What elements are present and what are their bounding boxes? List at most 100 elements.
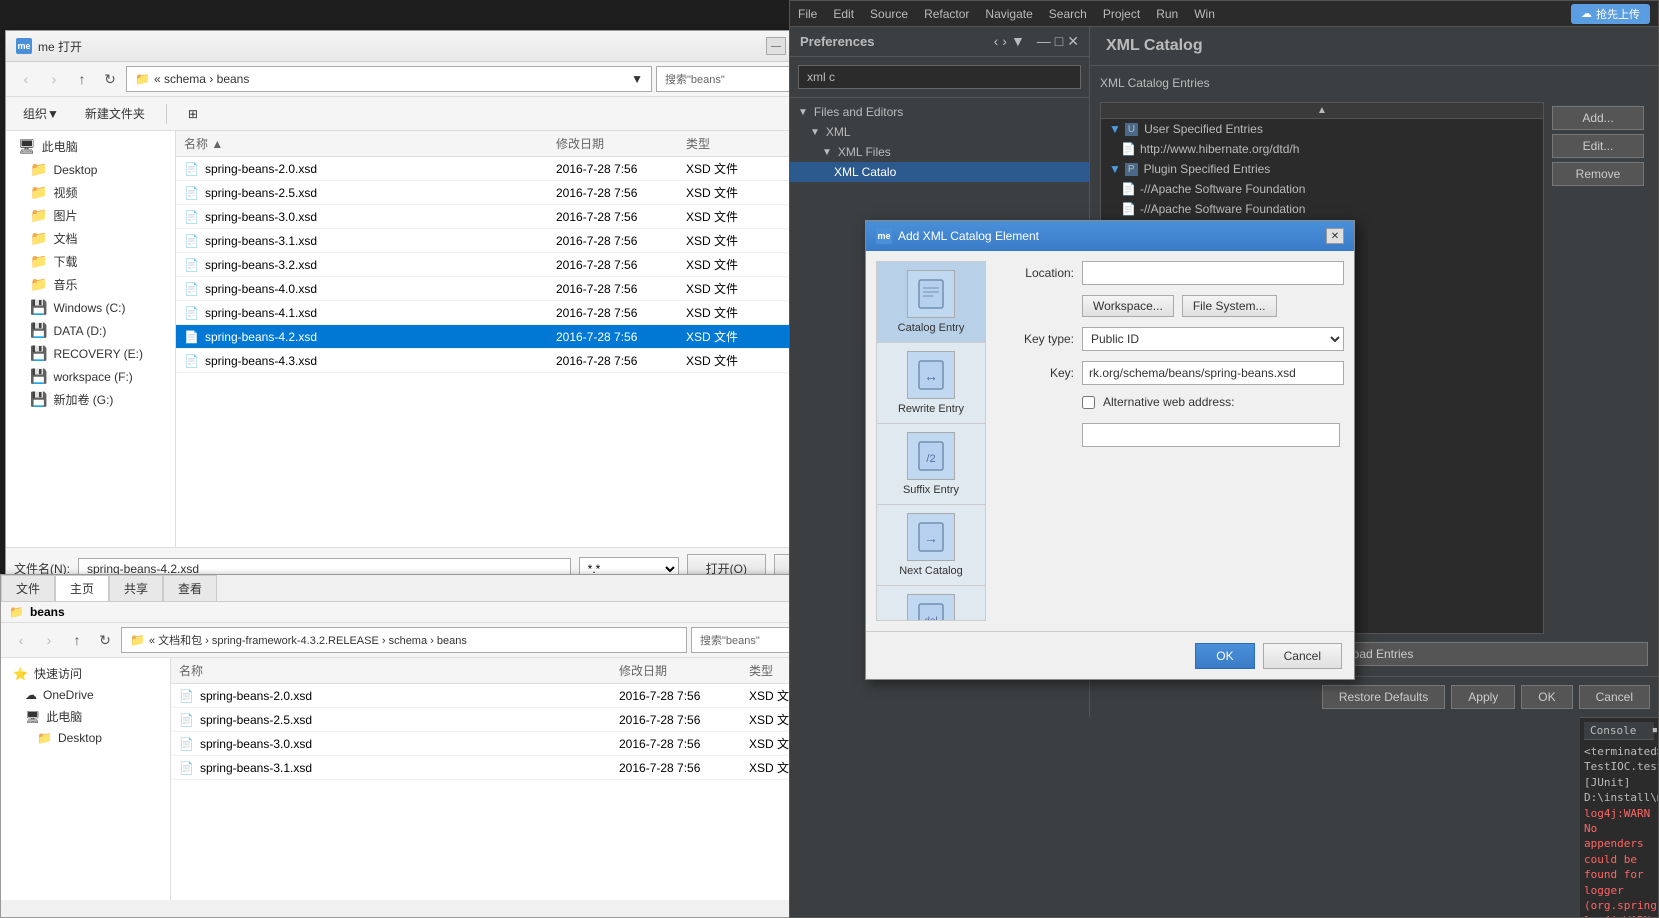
tree-item-xml-catalog[interactable]: XML Catalo — [790, 162, 1089, 182]
remove-button[interactable]: Remove — [1552, 162, 1644, 186]
sidebar-item-pictures[interactable]: 📁 图片 — [6, 204, 175, 227]
tab-file[interactable]: 文件 — [1, 575, 55, 601]
restore-defaults-button[interactable]: Restore Defaults — [1322, 685, 1445, 709]
filesystem-button[interactable]: File System... — [1182, 295, 1277, 317]
alt-web-checkbox[interactable] — [1082, 396, 1095, 409]
forward-button[interactable]: › — [37, 628, 61, 652]
dialog-close-button[interactable]: ✕ — [1326, 228, 1344, 244]
cancel-button[interactable]: Cancel — [1579, 685, 1650, 709]
col-date-header[interactable]: 修改日期 — [619, 662, 749, 679]
table-row[interactable]: 📄spring-beans-3.0.xsd 2016-7-28 7:56 XSD… — [176, 205, 844, 229]
sidebar-item-desktop[interactable]: 📁 Desktop — [6, 158, 175, 181]
minimize-button[interactable]: — — [766, 37, 786, 55]
back-nav-icon[interactable]: ‹ — [994, 33, 999, 50]
menu-file[interactable]: File — [798, 7, 817, 21]
table-row[interactable]: 📄spring-beans-3.2.xsd 2016-7-28 7:56 XSD… — [176, 253, 844, 277]
menu-navigate[interactable]: Navigate — [985, 7, 1032, 21]
tree-item-files-and-editors[interactable]: ▼ Files and Editors — [790, 102, 1089, 122]
tree-item-xml-files[interactable]: ▼ XML Files — [790, 142, 1089, 162]
sidebar-item-drive-f[interactable]: 💾 workspace (F:) — [6, 365, 175, 388]
sidebar-item-downloads[interactable]: 📁 下载 — [6, 250, 175, 273]
catalog-tree-item-apache2[interactable]: 📄 -//Apache Software Foundation — [1101, 199, 1543, 219]
tab-view[interactable]: 查看 — [163, 575, 217, 601]
sidebar-item-documents[interactable]: 📁 文档 — [6, 227, 175, 250]
restore-icon[interactable]: □ — [1055, 33, 1063, 50]
back-button[interactable]: ‹ — [9, 628, 33, 652]
catalog-tree-item-user[interactable]: ▼ U User Specified Entries — [1101, 119, 1543, 139]
catalog-type-next[interactable]: → Next Catalog — [877, 505, 985, 586]
col-type-header[interactable]: 类型 — [686, 135, 766, 152]
menu-run[interactable]: Run — [1156, 7, 1178, 21]
tab-share[interactable]: 共享 — [109, 575, 163, 601]
menu-win[interactable]: Win — [1194, 7, 1215, 21]
sidebar-item-desktop[interactable]: 📁 Desktop — [1, 728, 170, 748]
dropdown-icon[interactable]: ▼ — [1011, 33, 1025, 50]
ok-button[interactable]: OK — [1521, 685, 1572, 709]
sidebar-item-drive-g[interactable]: 💾 新加卷 (G:) — [6, 388, 175, 411]
cloud-upload-button[interactable]: ☁ 抢先上传 — [1571, 4, 1650, 24]
up-button[interactable]: ↑ — [65, 628, 89, 652]
refresh-button[interactable]: ↻ — [98, 67, 122, 91]
catalog-tree-item-hibernate[interactable]: 📄 http://www.hibernate.org/dtd/h — [1101, 139, 1543, 159]
table-row[interactable]: 📄spring-beans-2.0.xsd 2016-7-28 7:56 XSD… — [176, 157, 844, 181]
alt-web-input[interactable] — [1082, 423, 1340, 447]
col-date-header[interactable]: 修改日期 — [556, 135, 686, 152]
edit-button[interactable]: Edit... — [1552, 134, 1644, 158]
catalog-type-rewrite[interactable]: ↔ Rewrite Entry — [877, 343, 985, 424]
breadcrumb[interactable]: 📁 « 文档和包 › spring-framework-4.3.2.RELEAS… — [121, 627, 687, 653]
col-name-header[interactable]: 名称 ▲ — [184, 135, 556, 152]
catalog-type-delegate[interactable]: del ate Catalog — [877, 586, 985, 621]
forward-button[interactable]: › — [42, 67, 66, 91]
table-row[interactable]: 📄spring-beans-4.1.xsd 2016-7-28 7:56 XSD… — [176, 301, 844, 325]
menu-source[interactable]: Source — [870, 7, 908, 21]
back-button[interactable]: ‹ — [14, 67, 38, 91]
sidebar-item-thispc[interactable]: 🖥 此电脑 — [1, 705, 170, 728]
scroll-up-button[interactable]: ▲ — [1101, 103, 1543, 119]
add-button[interactable]: Add... — [1552, 106, 1644, 130]
key-input[interactable] — [1082, 361, 1344, 385]
prefs-search-input[interactable] — [798, 65, 1081, 89]
table-row[interactable]: 📄spring-beans-2.5.xsd 2016-7-28 7:56 XSD… — [176, 181, 844, 205]
minimize-icon[interactable]: — — [1037, 33, 1051, 50]
refresh-button[interactable]: ↻ — [93, 628, 117, 652]
table-row[interactable]: 📄spring-beans-4.0.xsd 2016-7-28 7:56 XSD… — [176, 277, 844, 301]
catalog-tree-item-apache1[interactable]: 📄 -//Apache Software Foundation — [1101, 179, 1543, 199]
table-row[interactable]: 📄spring-beans-4.2.xsd 2016-7-28 7:56 XSD… — [176, 325, 844, 349]
catalog-type-suffix[interactable]: /2 Suffix Entry — [877, 424, 985, 505]
table-row[interactable]: 📄spring-beans-4.3.xsd 2016-7-28 7:56 XSD… — [176, 349, 844, 373]
sidebar-item-drive-c[interactable]: 💾 Windows (C:) — [6, 296, 175, 319]
location-input[interactable] — [1082, 261, 1344, 285]
menu-project[interactable]: Project — [1103, 7, 1140, 21]
sidebar-item-onedrive[interactable]: ☁ OneDrive — [1, 685, 170, 705]
sidebar-item-computer[interactable]: 🖥 此电脑 — [6, 135, 175, 158]
menu-edit[interactable]: Edit — [833, 7, 854, 21]
sidebar-item-videos[interactable]: 📁 视频 — [6, 181, 175, 204]
tab-home[interactable]: 主页 — [55, 575, 109, 601]
sidebar-item-drive-d[interactable]: 💾 DATA (D:) — [6, 319, 175, 342]
catalog-tree-item-plugin[interactable]: ▼ P Plugin Specified Entries — [1101, 159, 1543, 179]
close-icon[interactable]: ✕ — [1067, 33, 1079, 50]
menu-refactor[interactable]: Refactor — [924, 7, 969, 21]
forward-nav-icon[interactable]: › — [1002, 33, 1007, 50]
dialog-cancel-button[interactable]: Cancel — [1263, 643, 1342, 669]
sidebar-item-quickaccess[interactable]: ⭐ 快速访问 — [1, 662, 170, 685]
workspace-button[interactable]: Workspace... — [1082, 295, 1174, 317]
file-explorer-bottom[interactable]: 文件 主页 共享 查看 — □ ✕ 📁 beans ‹ › ↑ ↻ 📁 « 文档… — [0, 574, 908, 918]
new-folder-button[interactable]: 新建文件夹 — [76, 101, 154, 126]
col-name-header[interactable]: 名称 — [179, 662, 619, 679]
sidebar-item-drive-e[interactable]: 💾 RECOVERY (E:) — [6, 342, 175, 365]
key-type-select[interactable]: Public ID System ID URI — [1082, 327, 1344, 351]
view-button[interactable]: ⊞ — [179, 103, 207, 125]
menu-search[interactable]: Search — [1049, 7, 1087, 21]
console-terminate-icon[interactable]: ⏹ — [1652, 725, 1657, 736]
organize-button[interactable]: 组织▼ — [14, 101, 68, 126]
dialog-ok-button[interactable]: OK — [1195, 643, 1254, 669]
file-dialog-open[interactable]: me me 打开 — □ ✕ ‹ › ↑ ↻ 📁 « schema › bean… — [5, 30, 845, 590]
add-xml-catalog-dialog[interactable]: me Add XML Catalog Element ✕ Catalog Ent… — [865, 220, 1355, 680]
catalog-type-entry[interactable]: Catalog Entry — [877, 262, 985, 343]
tree-item-xml[interactable]: ▼ XML — [790, 122, 1089, 142]
table-row[interactable]: 📄spring-beans-3.1.xsd 2016-7-28 7:56 XSD… — [176, 229, 844, 253]
up-button[interactable]: ↑ — [70, 67, 94, 91]
apply-button[interactable]: Apply — [1451, 685, 1515, 709]
sidebar-item-music[interactable]: 📁 音乐 — [6, 273, 175, 296]
